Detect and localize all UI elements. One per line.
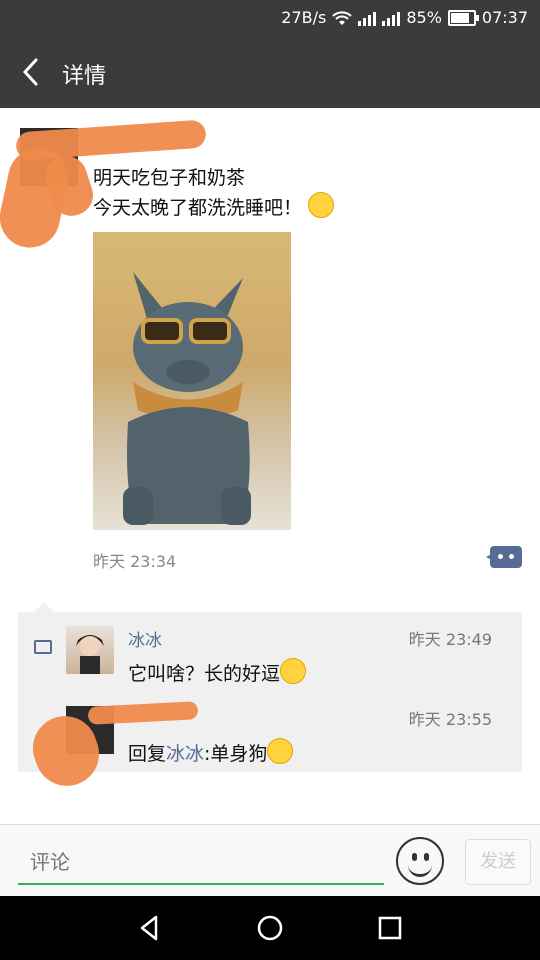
send-button[interactable]: 发送 (465, 839, 531, 885)
grin-emoji-icon (280, 658, 307, 684)
nav-home-icon[interactable] (256, 914, 284, 942)
post-text-line1: 明天吃包子和奶茶 (93, 167, 246, 189)
emoji-icon[interactable] (396, 837, 444, 885)
avatar-figure (76, 635, 104, 674)
status-bar-right: 27B/s 85% 07:37 (281, 8, 528, 27)
avatar[interactable] (66, 626, 114, 674)
reply-to-name[interactable]: 冰冰 (166, 743, 204, 765)
clock: 07:37 (481, 8, 528, 27)
comment-time: 昨天 23:55 (408, 710, 492, 729)
network-speed: 27B/s (281, 8, 327, 27)
status-bar: 27B/s 85% 07:37 (0, 0, 540, 36)
thinking-emoji-icon (308, 192, 335, 218)
comment-author[interactable]: 冰冰 (128, 626, 162, 651)
nav-recent-icon[interactable] (376, 914, 404, 942)
post-detail: 明天吃包子和奶茶 今天太晚了都洗洗睡吧！ 昨天 23:34 冰冰 昨天 23:4… (0, 108, 540, 824)
comments-list-icon (34, 640, 52, 654)
nav-back-icon[interactable] (136, 914, 164, 942)
page-title: 详情 (62, 64, 107, 89)
comment-icon[interactable] (486, 546, 522, 568)
post-text-line2: 今天太晚了都洗洗睡吧！ (93, 192, 335, 222)
laugh-emoji-icon (267, 738, 294, 764)
post-time: 昨天 23:34 (93, 552, 177, 571)
post-text-line2-text: 今天太晚了都洗洗睡吧！ (93, 197, 303, 219)
comment-time: 昨天 23:49 (408, 630, 492, 649)
comment-input-bar: 发送 (0, 824, 540, 897)
post-photo[interactable] (93, 232, 291, 530)
comment-text: 它叫啥？长的好逗 (128, 658, 307, 686)
comment-text: 回复冰冰:单身狗 (128, 738, 294, 766)
back-icon[interactable] (18, 56, 46, 88)
battery-percent: 85% (406, 8, 442, 27)
wifi-icon (332, 10, 353, 25)
reply-prefix: 回复 (128, 743, 167, 765)
dog-figurine-image (123, 272, 251, 525)
battery-icon (447, 9, 479, 26)
signal-icon (358, 10, 377, 26)
reply-text: :单身狗 (204, 743, 268, 765)
comment-input[interactable] (18, 843, 384, 885)
signal-icon-2 (382, 10, 401, 26)
redaction-scribble (87, 701, 199, 725)
post-text: 明天吃包子和奶茶 今天太晚了都洗洗睡吧！ (93, 164, 335, 222)
system-nav-bar (0, 896, 540, 960)
comment-section: 冰冰 昨天 23:49 它叫啥？长的好逗 昨天 23:55 回复冰冰:单身狗 (18, 602, 522, 795)
title-bar: 详情 (0, 36, 540, 108)
comment-text-content: 它叫啥？长的好逗 (128, 663, 281, 685)
